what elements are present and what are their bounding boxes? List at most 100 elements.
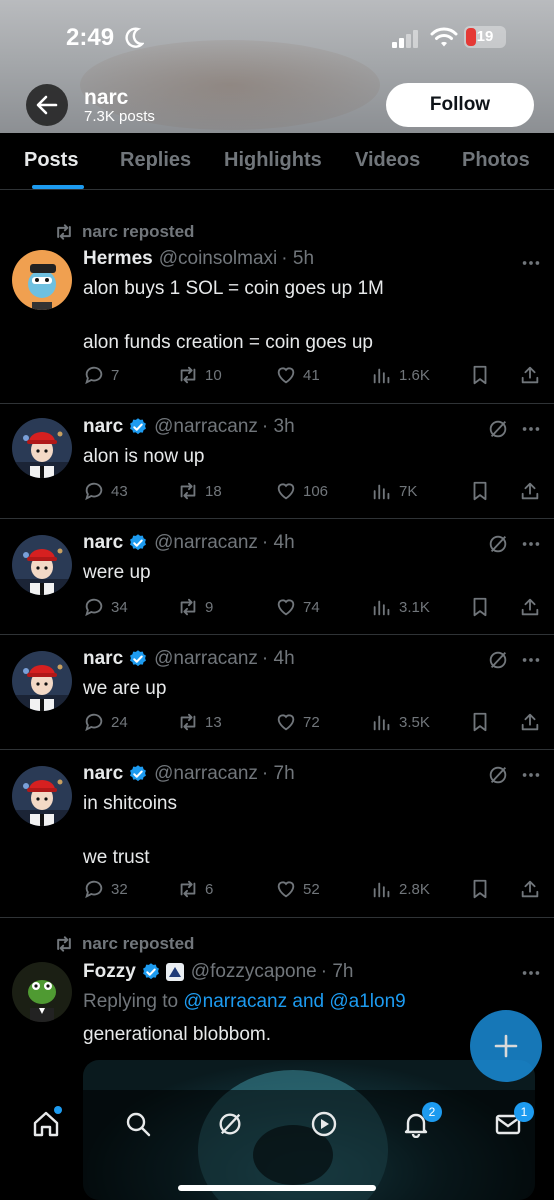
share-button[interactable] <box>519 480 541 502</box>
nav-grok[interactable] <box>216 1110 244 1143</box>
repost-button[interactable]: 9 <box>177 596 213 618</box>
nav-video[interactable] <box>310 1110 338 1143</box>
tab-videos[interactable]: Videos <box>355 149 420 172</box>
views-button[interactable]: 3.5K <box>371 711 430 733</box>
more-options-icon[interactable] <box>520 418 542 440</box>
bookmark-button[interactable] <box>469 878 491 900</box>
more-options-icon[interactable] <box>520 764 542 786</box>
display-name[interactable]: narc <box>83 532 123 554</box>
like-count: 41 <box>303 366 320 384</box>
post-actions: 24 13 72 3.5K <box>83 711 543 735</box>
like-button[interactable]: 41 <box>275 364 320 386</box>
post-time: · 4h <box>261 648 295 669</box>
post-item[interactable]: narc @narracanz · 4h we are up 24 13 72 … <box>0 635 554 750</box>
display-name[interactable]: Fozzy <box>83 961 136 983</box>
repost-label: narc reposted <box>82 222 195 241</box>
repost-button[interactable]: 18 <box>177 480 222 502</box>
home-unread-dot <box>54 1106 62 1114</box>
avatar[interactable] <box>12 651 72 711</box>
verified-badge-icon <box>128 533 148 553</box>
display-name[interactable]: narc <box>83 416 123 438</box>
tab-posts[interactable]: Posts <box>24 149 78 172</box>
repost-icon <box>177 364 199 386</box>
home-indicator[interactable] <box>178 1185 376 1191</box>
view-count: 3.5K <box>399 713 430 731</box>
share-button[interactable] <box>519 364 541 386</box>
share-button[interactable] <box>519 711 541 733</box>
like-button[interactable]: 72 <box>275 711 320 733</box>
post-item[interactable]: narc reposted Hermes @coinsolmaxi · 5h a… <box>0 190 554 404</box>
reply-count: 32 <box>111 880 128 898</box>
user-handle[interactable]: @fozzycapone <box>191 961 317 983</box>
post-user-line: narc @narracanz · 4h <box>83 532 295 554</box>
bookmark-button[interactable] <box>469 711 491 733</box>
views-icon <box>371 596 393 618</box>
reply-icon <box>83 878 105 900</box>
bookmark-button[interactable] <box>469 480 491 502</box>
grok-icon[interactable] <box>487 764 509 786</box>
share-button[interactable] <box>519 596 541 618</box>
display-name[interactable]: narc <box>83 648 123 670</box>
grok-icon[interactable] <box>487 418 509 440</box>
display-name[interactable]: narc <box>83 763 123 785</box>
tab-photos[interactable]: Photos <box>462 149 530 172</box>
bookmark-icon <box>469 364 491 386</box>
repost-button[interactable]: 10 <box>177 364 222 386</box>
more-options-icon[interactable] <box>520 533 542 555</box>
nav-search[interactable] <box>124 1110 152 1143</box>
repost-button[interactable]: 6 <box>177 878 213 900</box>
more-options-icon[interactable] <box>520 962 542 984</box>
tab-highlights[interactable]: Highlights <box>224 149 322 172</box>
avatar[interactable] <box>12 418 72 478</box>
reply-button[interactable]: 43 <box>83 480 128 502</box>
repost-icon <box>177 480 199 502</box>
display-name[interactable]: Hermes <box>83 248 153 270</box>
like-button[interactable]: 74 <box>275 596 320 618</box>
user-handle[interactable]: @narracanz <box>154 416 258 438</box>
post-item[interactable]: narc @narracanz · 3h alon is now up 43 1… <box>0 404 554 519</box>
repost-icon <box>54 934 74 954</box>
bookmark-button[interactable] <box>469 364 491 386</box>
reply-button[interactable]: 24 <box>83 711 128 733</box>
post-user-line: narc @narracanz · 4h <box>83 648 295 670</box>
compose-button[interactable] <box>470 1010 542 1082</box>
share-icon <box>519 878 541 900</box>
post-item[interactable]: narc @narracanz · 7h in shitcoins we tru… <box>0 750 554 918</box>
like-button[interactable]: 106 <box>275 480 328 502</box>
post-text-line: alon is now up <box>83 446 205 467</box>
views-button[interactable]: 3.1K <box>371 596 430 618</box>
like-button[interactable]: 52 <box>275 878 320 900</box>
user-handle[interactable]: @narracanz <box>154 648 258 670</box>
tab-replies[interactable]: Replies <box>120 149 191 172</box>
profile-name: narc <box>84 86 129 109</box>
more-options-icon[interactable] <box>520 252 542 274</box>
nav-messages[interactable]: 1 <box>494 1102 534 1143</box>
reply-button[interactable]: 7 <box>83 364 119 386</box>
views-button[interactable]: 1.6K <box>371 364 430 386</box>
user-handle[interactable]: @coinsolmaxi <box>159 248 278 270</box>
more-options-icon[interactable] <box>520 649 542 671</box>
views-button[interactable]: 2.8K <box>371 878 430 900</box>
bookmark-button[interactable] <box>469 596 491 618</box>
replying-to-link[interactable]: @narracanz and @a1lon9 <box>183 991 405 1012</box>
views-button[interactable]: 7K <box>371 480 417 502</box>
avatar[interactable] <box>12 250 72 310</box>
moon-icon <box>124 26 145 55</box>
grok-icon[interactable] <box>487 533 509 555</box>
reply-button[interactable]: 34 <box>83 596 128 618</box>
nav-notifications[interactable]: 2 <box>402 1102 442 1143</box>
avatar[interactable] <box>12 535 72 595</box>
avatar[interactable] <box>12 766 72 826</box>
avatar[interactable] <box>12 962 72 1022</box>
user-handle[interactable]: @narracanz <box>154 532 258 554</box>
follow-button[interactable]: Follow <box>386 83 534 127</box>
nav-home[interactable] <box>32 1106 62 1143</box>
reply-button[interactable]: 32 <box>83 878 128 900</box>
grok-icon[interactable] <box>487 649 509 671</box>
user-handle[interactable]: @narracanz <box>154 763 258 785</box>
share-button[interactable] <box>519 878 541 900</box>
back-button[interactable] <box>26 84 68 126</box>
post-item[interactable]: narc @narracanz · 4h were up 34 9 74 3.1… <box>0 519 554 635</box>
post-time: · 5h <box>281 248 315 269</box>
repost-button[interactable]: 13 <box>177 711 222 733</box>
